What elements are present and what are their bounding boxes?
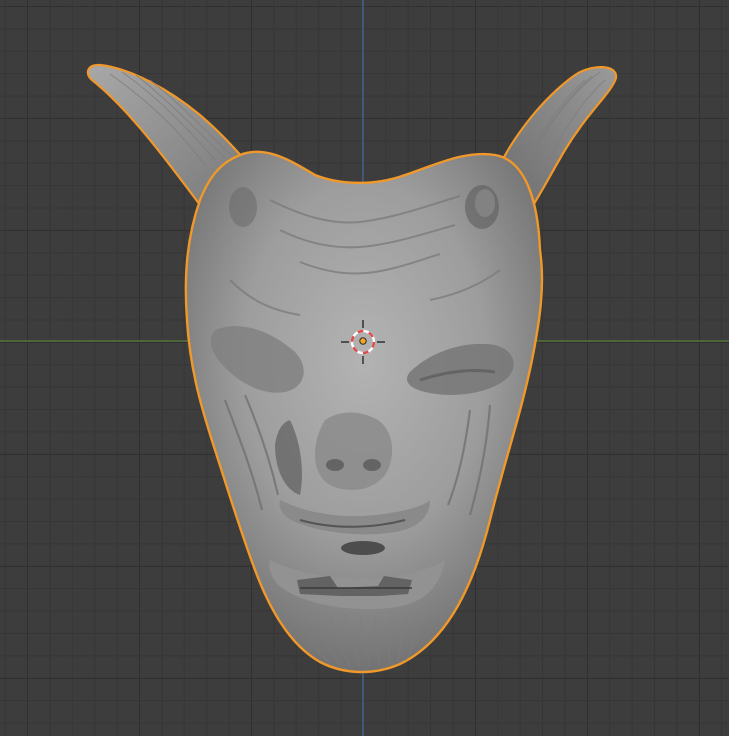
left-nostril: [326, 459, 344, 471]
3d-viewport[interactable]: [0, 0, 729, 736]
right-nostril: [363, 459, 381, 471]
tongue-shadow: [341, 541, 385, 555]
viewport-canvas[interactable]: [0, 0, 729, 736]
left-forehead-bump: [229, 187, 257, 227]
nose: [314, 412, 393, 490]
mask-object[interactable]: [86, 63, 618, 674]
object-origin-dot: [359, 337, 367, 345]
